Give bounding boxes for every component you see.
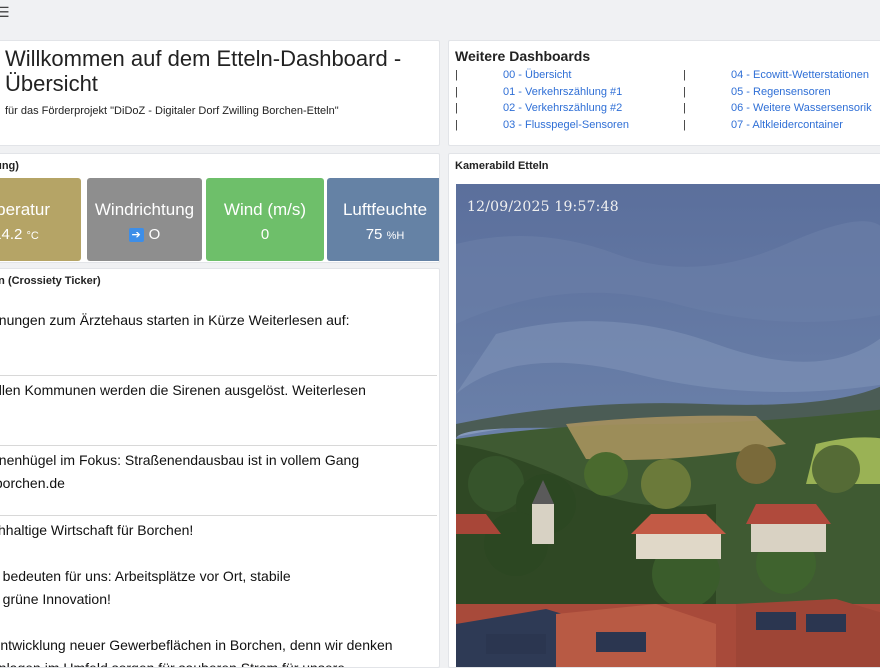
link-separator: | (455, 102, 458, 115)
news-item[interactable]: anungen zum Ärztehaus starten in Kürze W… (0, 309, 437, 355)
camera-panel-title: Kamerabild Etteln (455, 160, 549, 172)
further-dashboards-title: Weitere Dashboards (455, 48, 591, 64)
dashboard-link[interactable]: 01 - Verkehrszählung #1 (503, 86, 622, 98)
news-item-text (0, 332, 437, 355)
news-item-text: anungen zum Ärztehaus starten in Kürze W… (0, 312, 350, 328)
dashboard-link[interactable]: 00 - Übersicht (503, 69, 571, 81)
humidity-tile: Luftfeuchte 75 %H (327, 178, 439, 261)
weather-panel-title: sung) (0, 160, 19, 172)
link-separator: | (455, 85, 458, 98)
wind-direction-value: ➔ O (87, 226, 202, 243)
link-separator: | (683, 102, 686, 115)
menu-icon[interactable]: ☰ (0, 5, 10, 21)
news-item-text (0, 542, 437, 565)
welcome-panel: Willkommen auf dem Etteln-Dashboard - Üb… (0, 40, 440, 146)
top-bar: ☰ (0, 0, 880, 30)
wind-speed-tile: Wind (m/s) 0 (206, 178, 324, 261)
page-title: Willkommen auf dem Etteln-Dashboard - Üb… (5, 46, 402, 96)
wind-direction-label: Windrichtung (94, 200, 195, 219)
news-item-text: allen Kommunen werden die Sirenen ausgel… (0, 382, 366, 398)
dashboard-link[interactable]: 04 - Ecowitt-Wetterstationen (731, 69, 869, 81)
camera-image: 12/09/2025 19:57:48 (456, 184, 880, 667)
news-item-text: n bedeuten für uns: Arbeitsplätze vor Or… (0, 568, 291, 584)
further-dashboards-panel: Weitere Dashboards | 00 - Übersicht | 01 - … (448, 40, 880, 146)
link-separator: | (455, 118, 458, 131)
arrow-right-icon: ➔ (128, 228, 144, 242)
dashboard-link[interactable]: 07 - Altkleidercontainer (731, 119, 843, 131)
news-divider (0, 515, 437, 516)
temperature-tile: mperatur 14.2 °C (0, 178, 81, 261)
camera-scene (456, 184, 880, 667)
camera-timestamp: 12/09/2025 19:57:48 (467, 199, 619, 215)
temperature-label: mperatur (0, 200, 51, 219)
news-item-text (0, 611, 437, 634)
dashboard-link[interactable]: 03 - Flusspegel-Sensoren (503, 119, 629, 131)
dashboard-link[interactable]: 06 - Weitere Wassersensorik (731, 102, 872, 114)
news-item-text (0, 402, 437, 425)
news-item-text: nnenhügel im Fokus: Straßenendausbau ist… (0, 452, 360, 468)
page-subtitle: für das Förderprojekt "DiDoZ - Digitaler… (5, 105, 339, 117)
wind-direction-tile: Windrichtung ➔ O (87, 178, 202, 261)
news-ticker-title: eln (Crossiety Ticker) (0, 275, 101, 287)
news-item[interactable]: nnenhügel im Fokus: Straßenendausbau ist… (0, 449, 437, 495)
news-item-text: Entwicklung neuer Gewerbeflächen in Borc… (0, 637, 393, 653)
news-ticker-panel: eln (Crossiety Ticker) anungen zum Ärzte… (0, 268, 440, 668)
news-divider (0, 445, 437, 446)
news-item-text: anlagen im Umfeld sorgen für sauberen St… (0, 660, 346, 668)
link-separator: | (683, 85, 686, 98)
news-item-text: d grüne Innovation! (0, 591, 111, 607)
link-separator: | (683, 118, 686, 131)
dashboard-link[interactable]: 05 - Regensensoren (731, 86, 831, 98)
humidity-value: 75 %H (365, 226, 405, 243)
camera-panel: Kamerabild Etteln 12/09/2025 19:57:48 (448, 153, 880, 668)
humidity-label: Luftfeuchte (342, 200, 428, 219)
news-item-text: chhaltige Wirtschaft für Borchen! (0, 522, 194, 538)
wind-speed-label: Wind (m/s) (223, 200, 307, 219)
wind-speed-value: 0 (260, 226, 270, 243)
news-item-text: .borchen.de (0, 475, 65, 491)
temperature-value: 14.2 °C (0, 226, 39, 243)
link-separator: | (455, 69, 458, 81)
dashboard-link[interactable]: 02 - Verkehrszählung #2 (503, 102, 622, 114)
weather-panel: sung) mperatur 14.2 °C Windrichtung ➔O W… (0, 153, 440, 263)
news-item[interactable]: chhaltige Wirtschaft für Borchen! n bede… (0, 519, 437, 668)
news-item[interactable]: allen Kommunen werden die Sirenen ausgel… (0, 379, 437, 425)
link-separator: | (683, 69, 686, 81)
news-divider (0, 375, 437, 376)
